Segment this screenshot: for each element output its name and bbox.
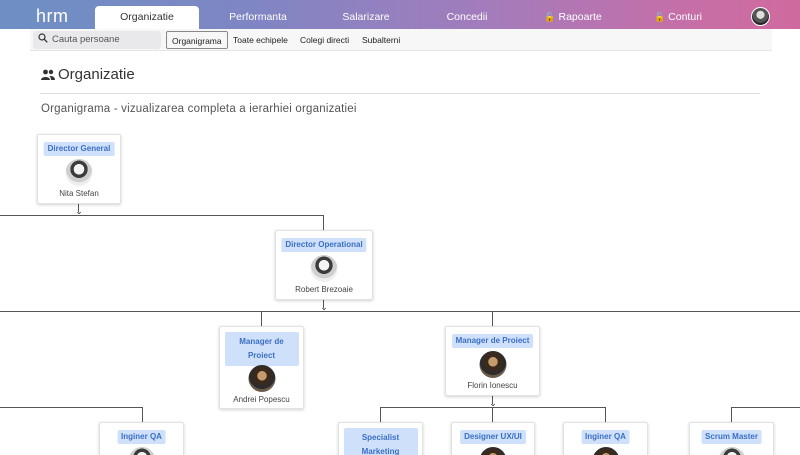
role-badge: Manager de Proiect: [451, 334, 534, 348]
connector-line: [0, 311, 800, 312]
org-card[interactable]: Manager de Proiect Florin Ionescu: [445, 326, 540, 396]
org-card[interactable]: Director Operational Robert Brezoaie: [275, 230, 373, 300]
org-card[interactable]: Manager de Proiect Andrei Popescu: [219, 326, 304, 409]
person-name: Florin Ionescu: [467, 381, 518, 390]
tab-label: Concedii: [446, 11, 488, 23]
subtab-colegi-directi[interactable]: Colegi directi: [295, 31, 354, 49]
person-name: Andrei Popescu: [233, 395, 290, 404]
users-icon: [41, 69, 55, 80]
person-name: Nita Stefan: [59, 189, 99, 198]
connector-line: [380, 407, 381, 423]
org-card[interactable]: Specialist Marketing: [338, 422, 423, 455]
connector-line: [492, 311, 493, 327]
role-badge: Specialist Marketing: [343, 428, 418, 455]
person-photo: [65, 159, 93, 186]
expand-arrow-icon[interactable]: ⌄: [319, 303, 329, 312]
role-badge: Director General: [43, 142, 115, 156]
person-photo: [592, 447, 619, 455]
person-photo: [128, 447, 155, 455]
org-card[interactable]: Director General Nita Stefan: [37, 134, 121, 204]
tab-label: Rapoarte: [558, 11, 602, 23]
org-card[interactable]: Designer UX/UI: [451, 422, 535, 455]
role-badge: Designer UX/UI: [460, 430, 526, 444]
tab-label: Salarizare: [342, 11, 390, 23]
app-logo[interactable]: hrm: [36, 6, 69, 27]
role-badge: Scrum Master: [701, 430, 762, 444]
tab-performanta[interactable]: Performanta: [218, 6, 298, 29]
tab-concedii[interactable]: Concedii: [434, 6, 500, 29]
tab-label: Organizatie: [120, 11, 174, 23]
role-badge: Inginer QA: [117, 430, 166, 444]
tab-conturi[interactable]: 🔓 Conturi: [648, 6, 708, 29]
expand-arrow-icon[interactable]: ⌄: [74, 207, 84, 216]
org-card[interactable]: Inginer QA: [563, 422, 648, 455]
connector-line: [142, 407, 143, 423]
person-photo: [479, 447, 507, 455]
connector-line: [731, 407, 732, 423]
tab-label: Performanta: [229, 11, 287, 23]
org-card[interactable]: Scrum Master: [689, 422, 774, 455]
person-photo: [479, 351, 506, 378]
page-title: Organizatie: [58, 66, 135, 83]
user-avatar[interactable]: [751, 7, 770, 26]
connector-line: [731, 407, 800, 408]
connector-line: [261, 311, 262, 327]
search-icon: [38, 33, 48, 43]
connector-line: [0, 407, 143, 408]
lock-icon: 🔓: [653, 12, 666, 22]
person-photo: [718, 447, 745, 455]
connector-line: [605, 407, 606, 423]
subtab-subalterni[interactable]: Subalterni: [357, 31, 405, 49]
subtab-organigrama[interactable]: Organigrama: [166, 31, 228, 49]
person-photo: [310, 255, 338, 282]
page-subtitle: Organigrama - vizualizarea completa a ie…: [41, 103, 357, 115]
tab-label: Conturi: [668, 11, 703, 23]
search-placeholder: Cauta persoane: [52, 34, 120, 45]
org-card[interactable]: Inginer QA: [99, 422, 184, 455]
person-name: Robert Brezoaie: [295, 285, 353, 294]
tab-rapoarte[interactable]: 🔓 Rapoarte: [538, 6, 608, 29]
expand-arrow-icon[interactable]: ⌄: [488, 399, 498, 408]
role-badge: Inginer QA: [581, 430, 630, 444]
role-badge: Director Operational: [281, 238, 367, 252]
connector-line: [492, 407, 493, 423]
connector-line: [323, 215, 324, 231]
role-badge: Manager de Proiect: [224, 332, 299, 366]
lock-icon: 🔓: [544, 12, 556, 22]
divider: [40, 93, 760, 94]
subtab-toate-echipele[interactable]: Toate echipele: [228, 31, 293, 49]
connector-line: [0, 215, 324, 216]
tab-organizatie[interactable]: Organizatie: [95, 6, 199, 29]
person-photo: [248, 365, 275, 392]
tab-salarizare[interactable]: Salarizare: [330, 6, 402, 29]
